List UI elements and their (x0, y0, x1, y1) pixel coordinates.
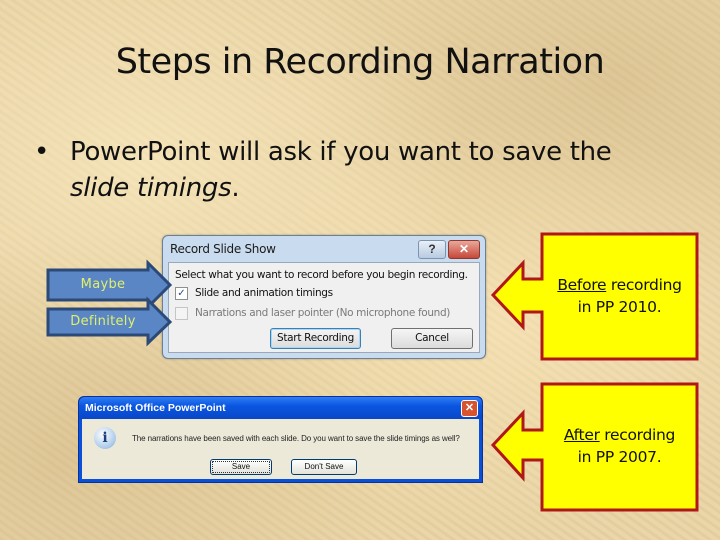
after-line2: in PP 2007. (577, 448, 662, 466)
after-emphasis: After (563, 426, 600, 444)
after-callout-text: After recording in PP 2007. (542, 424, 697, 468)
before-line2: in PP 2010. (577, 298, 662, 316)
maybe-label: Maybe (80, 277, 126, 292)
before-rest: recording (606, 276, 682, 294)
definitely-label: Definitely (70, 314, 136, 329)
after-rest: recording (599, 426, 676, 444)
before-emphasis: Before (557, 276, 607, 294)
before-callout-text: Before recording in PP 2010. (542, 274, 697, 318)
